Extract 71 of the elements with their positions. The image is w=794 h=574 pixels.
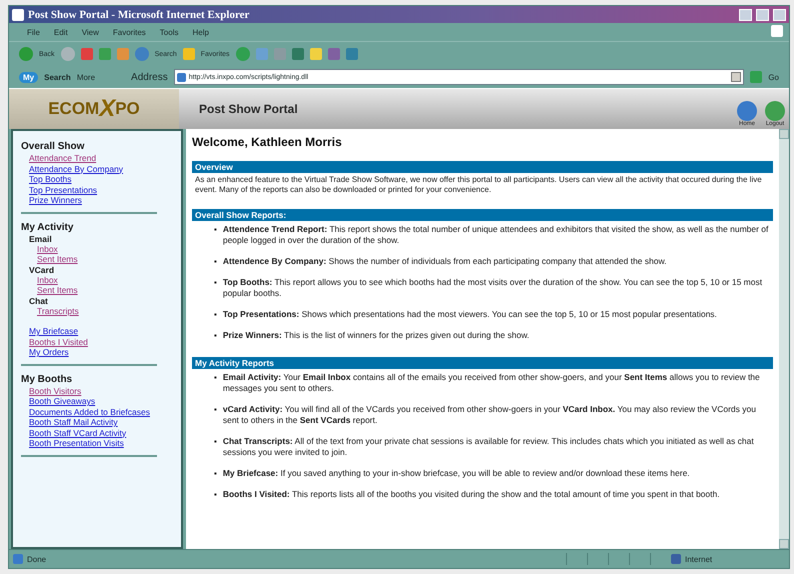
nav-link[interactable]: Transcripts — [37, 306, 173, 316]
zone-text: Internet — [685, 554, 714, 564]
bullet: ▪ — [214, 309, 217, 320]
nav-link[interactable]: Booth Presentation Visits — [29, 438, 173, 448]
nav-link[interactable]: Booth Staff Mail Activity — [29, 417, 173, 428]
nav-link[interactable]: Sent Items — [37, 254, 173, 264]
scrollbar[interactable] — [779, 129, 789, 549]
nav-link[interactable]: My Briefcase — [29, 326, 173, 336]
nav-link[interactable]: Attendance By Company — [29, 164, 173, 174]
nav-link[interactable]: Inbox — [37, 274, 173, 285]
report-description: Attendence By Company: Shows the number of individuals from each participating company that attended the show. — [222, 256, 668, 267]
report-description: vCard Activity: You will find all of the VCards you received from other show-goers in your VCard Inbox. You may also review the VCords you sent to others in the Sent VCards report. — [222, 404, 757, 426]
nav-link[interactable]: Booth Giveaways — [29, 396, 173, 406]
menu-item[interactable]: Edit — [54, 28, 68, 36]
nav-link[interactable]: Attendance Trend — [29, 153, 173, 164]
window-title: Post Show Portal - Microsoft Internet Explorer — [28, 8, 250, 20]
maximize-button[interactable] — [756, 8, 769, 20]
nav-link[interactable]: Inbox — [37, 244, 173, 254]
nav-link[interactable]: My Orders — [29, 347, 173, 358]
portal-title: Post Show Portal — [199, 102, 299, 116]
bullet: ▪ — [214, 436, 217, 448]
bullet: ▪ — [214, 256, 217, 267]
nav-link[interactable]: Documents Added to Briefcases — [29, 406, 173, 417]
bullet: ▪ — [214, 489, 217, 500]
section-heading: Overall Show — [21, 141, 86, 152]
section-bar: My Activity Reports — [192, 357, 773, 369]
nav-link[interactable]: Booth Staff VCard Activity — [29, 428, 173, 438]
nav-link[interactable]: Prize Winners — [29, 195, 173, 206]
section-bar: Overview — [192, 161, 773, 173]
go-button[interactable]: Go — [768, 72, 779, 82]
report-description: Top Booths: This report allows you to see which booths had the most visits over the duration of the show. You can see the top 5, 10 or 15 most popular booths. — [222, 277, 764, 299]
nav-link[interactable]: Top Presentations — [29, 184, 173, 195]
close-button[interactable] — [773, 8, 786, 20]
bullet: ▪ — [214, 372, 217, 384]
report-description: Top Presentations: Shows which presentations had the most viewers. You can see the top 5, 10 or 15 most popular presentations. — [222, 309, 718, 320]
menu-item[interactable]: File — [27, 28, 40, 36]
nav-link[interactable]: Booths I Visited — [29, 336, 173, 347]
group-heading: VCard — [29, 264, 56, 274]
group-heading: Chat — [29, 296, 49, 306]
nav-link[interactable]: Sent Items — [37, 285, 173, 296]
report-description: Email Activity: Your Email Inbox contains all of the emails you received from other show-goers, and your Sent Items allows you to review the messages you sent to others. — [222, 372, 761, 394]
bullet: ▪ — [214, 224, 217, 236]
section-bar: Overall Show Reports: — [192, 209, 773, 221]
section-heading: My Activity — [21, 222, 74, 232]
ecomxpo-logo: ECOMXPO — [9, 89, 179, 129]
report-description: Chat Transcripts: All of the text from your private chat sessions is available for review. This includes chats which you initiated as well as chat sessions you were invited to join. — [222, 436, 755, 458]
welcome-heading: Welcome, Kathleen Morris — [192, 135, 343, 149]
search-brand-badge: My — [19, 72, 38, 82]
address-label: Address — [131, 72, 168, 82]
minimize-button[interactable] — [739, 8, 752, 20]
overview-text: As an enhanced feature to the Virtual Trade Show Software, we now offer this portal to all participants. Users can view all the activity that occured during the live event. Many of the reports can also be downloaded or printed for your convenience. — [194, 174, 763, 195]
nav-link[interactable]: Booth Visitors — [29, 386, 173, 396]
group-heading: Email — [29, 234, 53, 244]
my-search-button[interactable]: Search — [44, 72, 71, 82]
bullet: ▪ — [214, 468, 217, 479]
section-heading: My Booths — [21, 374, 74, 384]
status-text: Done — [27, 554, 48, 564]
dropdown-icon[interactable] — [731, 72, 742, 82]
bullet: ▪ — [214, 330, 217, 341]
bullet: ▪ — [214, 277, 217, 289]
menu-item[interactable]: Tools — [160, 28, 178, 36]
more-button[interactable]: More — [76, 72, 96, 82]
menu-item[interactable]: Help — [192, 28, 209, 36]
menu-item[interactable]: View — [82, 28, 99, 36]
report-description: Booths I Visited: This reports lists all of the booths you visited during the show and the total amount of time you spent in that booth. — [222, 489, 721, 500]
nav-link[interactable]: Top Booths — [29, 174, 173, 184]
menu-item[interactable]: Favorites — [112, 28, 146, 36]
bullet: ▪ — [214, 404, 217, 416]
report-description: Prize Winners: This is the list of winners for the prizes given out during the show. — [222, 330, 530, 341]
report-description: Attendence Trend Report: This report shows the total number of unique attendees and exhibitors that visited the show, as well as the number of people logged in over the duration of the show. — [222, 224, 770, 246]
report-description: My Briefcase: If you saved anything to your in-show briefcase, you will be able to review and/or download these items here. — [222, 468, 691, 479]
